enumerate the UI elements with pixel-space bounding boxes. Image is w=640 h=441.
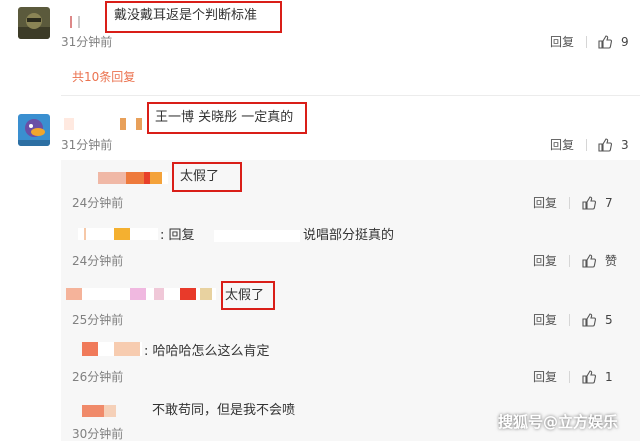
watermark: 搜狐号@立方娱乐	[498, 413, 619, 431]
reply-prefix: : 回复	[160, 228, 195, 243]
comment-time: 31分钟前	[61, 138, 113, 152]
reply-text: : 哈哈哈怎么这么肯定	[144, 344, 270, 359]
thumbs-up-icon	[582, 313, 596, 327]
reply-button[interactable]: 回复	[550, 138, 574, 152]
username-redacted[interactable]	[78, 228, 158, 240]
like-count: 5	[605, 313, 613, 327]
reply-text: 太假了	[225, 288, 265, 303]
like-button[interactable]: 9	[598, 35, 629, 49]
reply-button[interactable]: 回复	[533, 196, 557, 210]
thumbs-up-icon	[598, 138, 612, 152]
thumbs-up-icon	[582, 254, 596, 268]
avatar-image	[18, 7, 50, 39]
separator	[569, 197, 570, 209]
show-more-replies-link[interactable]: 共10条回复	[72, 70, 135, 84]
reply-button[interactable]: 回复	[533, 313, 557, 327]
separator	[569, 255, 570, 267]
separator	[586, 36, 587, 48]
reply-button[interactable]: 回复	[533, 254, 557, 268]
divider	[61, 95, 640, 96]
username-redacted[interactable]	[64, 118, 144, 130]
reply-time: 24分钟前	[72, 254, 124, 268]
like-button[interactable]: 赞	[582, 254, 617, 268]
reply-text: 说唱部分挺真的	[303, 228, 395, 243]
thumbs-up-icon	[582, 196, 596, 210]
username-redacted[interactable]	[66, 288, 216, 300]
reply-time: 25分钟前	[72, 313, 124, 327]
username-redacted[interactable]	[64, 16, 96, 28]
like-count: 3	[621, 138, 629, 152]
avatar[interactable]	[18, 114, 50, 146]
reply-time: 30分钟前	[72, 427, 124, 441]
username-redacted[interactable]	[82, 342, 142, 356]
avatar-image	[18, 114, 50, 146]
reply-text: 不敢苟同，但是我不会喷	[152, 403, 296, 418]
username-redacted[interactable]	[82, 405, 116, 417]
separator	[569, 371, 570, 383]
like-button[interactable]: 5	[582, 313, 613, 327]
comment-time: 31分钟前	[61, 35, 113, 49]
thumbs-up-icon	[598, 35, 612, 49]
like-button[interactable]: 3	[598, 138, 629, 152]
mention-redacted[interactable]	[214, 230, 300, 242]
like-button[interactable]: 7	[582, 196, 613, 210]
like-count: 7	[605, 196, 613, 210]
reply-time: 24分钟前	[72, 196, 124, 210]
reply-button[interactable]: 回复	[533, 370, 557, 384]
reply-time: 26分钟前	[72, 370, 124, 384]
like-count: 9	[621, 35, 629, 49]
avatar[interactable]	[18, 7, 50, 39]
username-redacted[interactable]	[98, 172, 168, 184]
like-button[interactable]: 1	[582, 370, 613, 384]
comment-text: 王一博 关晓彤 一定真的	[155, 110, 294, 125]
reply-button[interactable]: 回复	[550, 35, 574, 49]
like-count: 赞	[605, 254, 618, 268]
like-count: 1	[605, 370, 613, 384]
comment-text: 戴没戴耳返是个判断标准	[114, 8, 258, 23]
reply-text: 太假了	[180, 169, 220, 184]
thumbs-up-icon	[582, 370, 596, 384]
separator	[586, 139, 587, 151]
separator	[569, 314, 570, 326]
